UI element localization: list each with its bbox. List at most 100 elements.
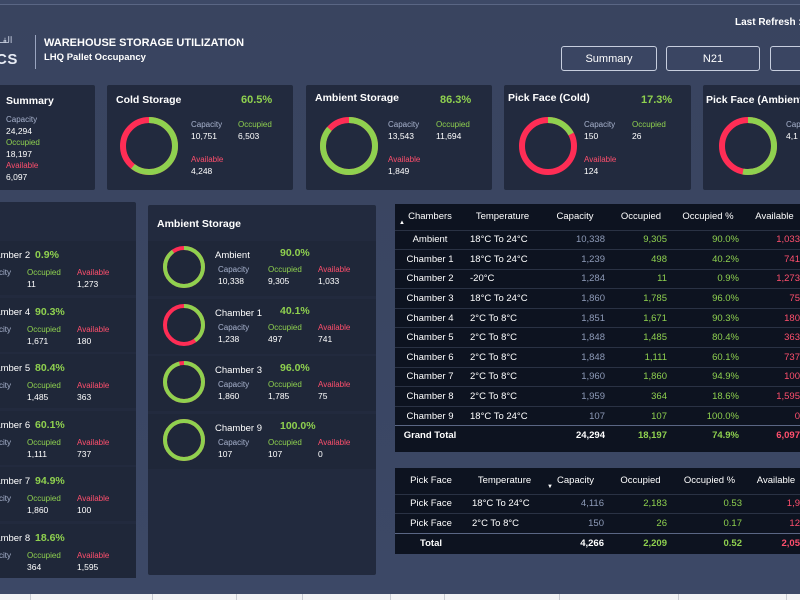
pick-face-cold-donut	[519, 117, 577, 175]
occupied-value: 364	[27, 562, 42, 572]
cell-name: Total	[395, 532, 467, 553]
col-header-chambers[interactable]: Chambers ▲	[395, 204, 465, 230]
occupied-label: Occupied	[632, 120, 666, 129]
cell-name: Chamber 7	[395, 366, 465, 387]
capacity-label: Capacity	[388, 120, 420, 129]
occupied-value: 11,694	[436, 131, 462, 141]
panel-title: Ambient Storage	[157, 218, 242, 230]
occupied-value: 6,503	[238, 131, 260, 141]
sort-desc-icon[interactable]: ▼	[547, 484, 553, 490]
cell-temperature	[467, 532, 542, 553]
cell-capacity: 1,284	[540, 268, 610, 289]
available-label: Available	[191, 155, 224, 164]
cell-occupied-pct: 40.2%	[672, 249, 744, 270]
cell-available: 2,05	[747, 532, 800, 553]
cell-available: 6,097	[744, 425, 800, 446]
col-header-occupied[interactable]: Occupied	[610, 204, 672, 230]
capacity-value: 13,543	[388, 131, 414, 141]
cell-occupied: 11	[610, 268, 672, 289]
pick-face-ambient-donut	[719, 117, 777, 175]
available-value: 100	[77, 505, 92, 515]
third-nav-button[interactable]	[770, 46, 800, 71]
cell-occupied: 2,183	[609, 493, 672, 514]
n21-nav-button[interactable]: N21	[666, 46, 760, 71]
ambient-storage-card[interactable]: Ambient Storage 86.3% Capacity 13,543 Oc…	[306, 85, 492, 190]
bottom-scroll-strip	[0, 594, 800, 600]
col-header-occupied-pct[interactable]: Occupied %	[672, 204, 744, 230]
pickface-table-header: Pick Face Temperature Capacity ▼ Occupied…	[395, 468, 800, 494]
col-header-pick-face[interactable]: Pick Face	[395, 468, 467, 494]
cell-name: Chamber 1	[395, 249, 465, 270]
capacity-label: city	[0, 551, 11, 560]
cell-temperature: 18°C To 24°C	[465, 249, 540, 270]
occupied-label: Occupied	[238, 120, 272, 129]
capacity-value: 150	[584, 131, 599, 141]
cell-occupied-pct: 94.9%	[672, 366, 744, 387]
available-label: Available	[584, 155, 617, 164]
cell-occupied: 1,111	[610, 347, 672, 368]
capacity-value: 107	[218, 449, 233, 459]
chamber-row[interactable]: Chamber 5 2°C To 8°C 1,848 1,485 80.4% 363	[395, 327, 800, 348]
summary-nav-button[interactable]: Summary	[561, 46, 657, 71]
cell-capacity: 107	[540, 405, 610, 426]
capacity-value: 10,751	[191, 131, 217, 141]
col-header-capacity[interactable]: Capacity ▼	[542, 468, 609, 494]
chamber-name: hamber 2	[0, 250, 30, 261]
occupied-label: Occupied	[436, 120, 470, 129]
occupied-value: 1,860	[27, 505, 49, 515]
card-title: Cold Storage	[116, 94, 182, 106]
cell-name: Pick Face	[395, 513, 467, 534]
col-header-temperature[interactable]: Temperature	[465, 204, 540, 230]
chamber-row[interactable]: Chamber 3 18°C To 24°C 1,860 1,785 96.0% 75	[395, 288, 800, 309]
occupied-value: 26	[632, 131, 642, 141]
chamber-row[interactable]: Chamber 6 2°C To 8°C 1,848 1,111 60.1% 737	[395, 347, 800, 368]
cell-occupied-pct: 0.52	[672, 532, 747, 553]
cell-capacity: 1,848	[540, 347, 610, 368]
occupied-label: Occupied	[268, 438, 302, 447]
capacity-label: Capacity	[191, 120, 223, 129]
sort-asc-icon[interactable]: ▲	[399, 220, 405, 226]
cell-capacity: 24,294	[540, 425, 610, 446]
col-header-available[interactable]: Available	[744, 204, 800, 230]
occupied-value: 9,305	[268, 276, 290, 286]
cold-storage-donut	[120, 117, 178, 175]
cell-occupied-pct: 0.17	[672, 513, 747, 534]
cell-occupied-pct: 90.3%	[672, 307, 744, 328]
occupied-label: Occupied	[268, 323, 302, 332]
cell-temperature: 18°C To 24°C	[467, 493, 542, 514]
pick-face-cold-card[interactable]: Pick Face (Cold) 17.3% Capacity 150 Occu…	[504, 85, 691, 190]
capacity-label: Capacity	[218, 323, 250, 332]
col-header-temperature[interactable]: Temperature	[467, 468, 542, 494]
available-value: 124	[584, 166, 599, 176]
chamber-row[interactable]: Chamber 1 18°C To 24°C 1,239 498 40.2% 741	[395, 249, 800, 270]
cell-name: Ambient	[395, 229, 465, 250]
available-value: 1,033	[318, 276, 340, 286]
available-value: 363	[77, 392, 92, 402]
occupied-label: Occupied	[27, 268, 61, 277]
cold-storage-card[interactable]: Cold Storage 60.5% Capacity 10,751 Occup…	[107, 85, 293, 190]
cell-occupied: 107	[610, 405, 672, 426]
available-label: Available	[77, 268, 110, 277]
chamber-percent: 18.6%	[35, 532, 65, 544]
pick-face-ambient-card[interactable]: Pick Face (Ambient) Capacity 4,1	[703, 85, 800, 190]
available-label: Available	[318, 438, 351, 447]
chamber-row[interactable]: Chamber 7 2°C To 8°C 1,960 1,860 94.9% 100	[395, 366, 800, 387]
pickface-row[interactable]: Pick Face 18°C To 24°C 4,116 2,183 0.53 1,9	[395, 493, 800, 514]
chamber-row[interactable]: Chamber 8 2°C To 8°C 1,959 364 18.6% 1,595	[395, 386, 800, 407]
cell-available: 75	[744, 288, 800, 309]
col-header-available[interactable]: Available	[747, 468, 800, 494]
item-name: Chamber 3	[215, 365, 262, 376]
occupied-label: Occupied	[27, 381, 61, 390]
pickface-row[interactable]: Pick Face 2°C To 8°C 150 26 0.17 12	[395, 513, 800, 534]
cell-name: Chamber 3	[395, 288, 465, 309]
chamber-row[interactable]: Ambient 18°C To 24°C 10,338 9,305 90.0% 1,033	[395, 229, 800, 250]
chamber-row[interactable]: Chamber 2 -20°C 1,284 11 0.9% 1,273	[395, 268, 800, 289]
available-value: 741	[318, 334, 333, 344]
col-header-capacity[interactable]: Capacity	[540, 204, 610, 230]
chamber-row[interactable]: Chamber 9 18°C To 24°C 107 107 100.0% 0	[395, 405, 800, 426]
col-header-occupied-pct[interactable]: Occupied %	[672, 468, 747, 494]
chamber-row[interactable]: Chamber 4 2°C To 8°C 1,851 1,671 90.3% 180	[395, 307, 800, 328]
col-header-occupied[interactable]: Occupied	[609, 468, 672, 494]
capacity-label: city	[0, 325, 11, 334]
occupancy-donut	[163, 304, 205, 346]
